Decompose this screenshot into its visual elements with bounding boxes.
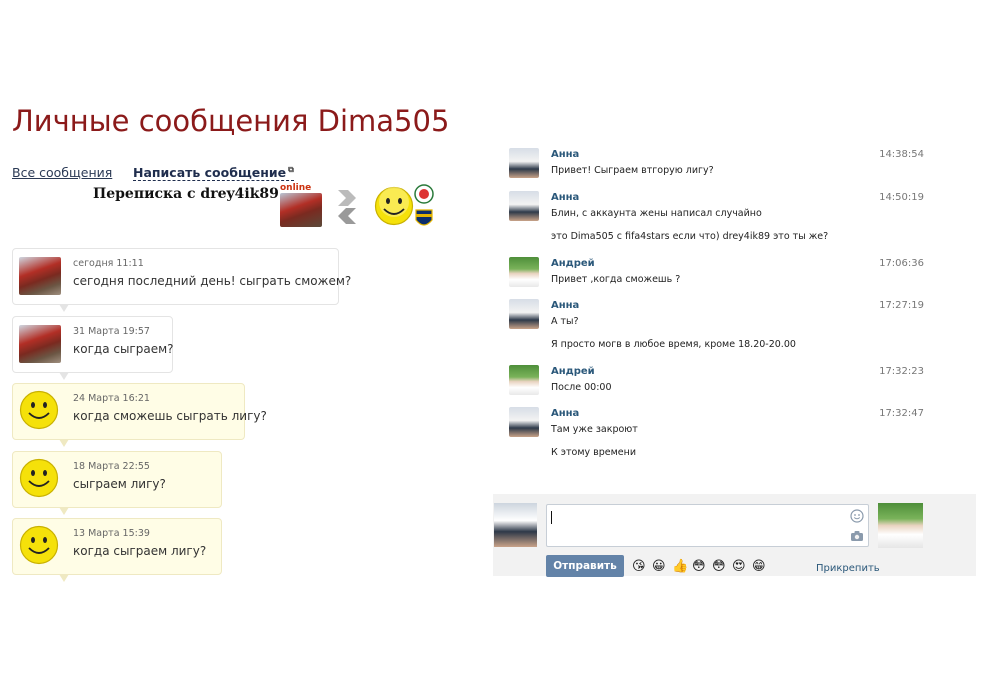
message-text: Блин, с аккаунта жены написал случайно [551,208,762,219]
list-item: 13 Марта 15:39 когда сыграем лигу? [12,518,222,582]
grin-emoji-icon[interactable]: 😀 [652,559,668,575]
emoji-picker-icon[interactable] [850,509,864,523]
text-cursor [551,511,552,524]
message-time: 24 Марта 16:21 [73,393,150,404]
message-text: После 00:00 [551,382,612,393]
message-time: 13 Марта 15:39 [73,528,150,539]
message-text: Привет ,когда сможешь ? [551,274,681,285]
sender-name[interactable]: Андрей [551,366,595,377]
message-text: Я просто могв в любое время, кроме 18.20… [551,339,796,350]
sender-avatar[interactable] [509,148,539,178]
quick-emoji-bar: 😘 😀 👍 😳 😳 😍 😁 [632,559,768,575]
message-text: Привет! Сыграем втгорую лигу? [551,165,714,176]
dialog-panel: Анна 14:38:54 Привет! Сыграем втгорую ли… [493,140,976,577]
sender-avatar[interactable] [509,407,539,437]
all-messages-link[interactable]: Все сообщения [12,165,112,180]
sender-avatar[interactable] [509,365,539,395]
list-item: Андрей 17:32:23 После 00:00 [493,357,976,399]
swap-arrows-icon [338,190,356,224]
conversation-title: Переписка с drey4ik89 [93,186,279,202]
bubble-tail [59,372,69,380]
list-item: 31 Марта 19:57 когда сыграем? [12,316,174,380]
message-text: когда сможешь сыграть лигу? [73,409,267,423]
kiss-emoji-icon[interactable]: 😘 [632,559,648,575]
send-button[interactable]: Отправить [546,555,624,577]
list-item: 24 Марта 16:21 когда сможешь сыграть лиг… [12,383,267,447]
sender-name[interactable]: Анна [551,300,579,311]
sender-name[interactable]: Анна [551,192,579,203]
list-item: сегодня 11:11 сегодня последний день! сы… [12,248,351,312]
message-time: 31 Марта 19:57 [73,326,150,337]
smiley-avatar-icon[interactable] [19,390,59,430]
sender-avatar[interactable] [19,257,61,295]
flushed-emoji-icon[interactable]: 😳 [712,559,728,575]
list-item: Андрей 17:06:36 Привет ,когда сможешь ? [493,249,976,291]
list-item: Анна 17:27:19 А ты? Я просто могв в любо… [493,291,976,355]
sender-avatar[interactable] [509,191,539,221]
external-link-icon: ⧉ [288,165,294,174]
message-time: 17:32:47 [879,408,924,419]
message-input[interactable] [546,504,869,547]
message-time: 17:06:36 [879,258,924,269]
message-time: сегодня 11:11 [73,258,144,269]
recipient-avatar[interactable] [878,503,923,548]
list-item: 18 Марта 22:55 сыграем лигу? [12,451,222,515]
user-avatar[interactable] [280,193,322,227]
bubble-tail [59,439,69,447]
message-text: А ты? [551,316,579,327]
flushed-emoji-icon[interactable]: 😳 [692,559,708,575]
sender-avatar[interactable] [509,299,539,329]
write-message-link[interactable]: Написать сообщение ⧉ [133,165,294,181]
message-text: когда сыграем? [73,342,174,356]
club-badges-icon [414,184,434,226]
bubble-tail [59,574,69,582]
list-item: Анна 17:32:47 Там уже закроют К этому вр… [493,399,976,463]
write-message-label: Написать сообщение [133,165,287,180]
sender-name[interactable]: Анна [551,408,579,419]
message-text: сегодня последний день! сыграть сможем? [73,274,352,288]
message-time: 14:38:54 [879,149,924,160]
message-text: К этому времени [551,447,637,458]
page-title: Личные сообщения Dima505 [12,104,450,138]
camera-icon[interactable] [850,530,864,542]
list-item: Анна 14:38:54 Привет! Сыграем втгорую ли… [493,140,976,182]
bubble-tail [59,304,69,312]
left-panel: Личные сообщения Dima505 Все сообщения Н… [0,0,480,700]
sender-name[interactable]: Анна [551,149,579,160]
message-text: когда сыграем лигу? [73,544,207,558]
sender-avatar[interactable] [509,257,539,287]
sender-name[interactable]: Андрей [551,258,595,269]
message-composer: Отправить 😘 😀 👍 😳 😳 😍 😁 Прикрепить [493,494,976,577]
message-text: Там уже закроют [551,424,638,435]
my-avatar[interactable] [494,503,537,547]
message-time: 17:27:19 [879,300,924,311]
message-time: 14:50:19 [879,192,924,203]
smiley-avatar-icon[interactable] [19,525,59,565]
smiley-avatar-icon[interactable] [374,186,414,226]
thumbs-up-emoji-icon[interactable]: 👍 [672,559,688,575]
message-text: это Dima505 с fifa4stars если что) drey4… [551,231,829,242]
bubble-tail [59,507,69,515]
online-badge: online [280,183,312,193]
list-item: Анна 14:50:19 Блин, с аккаунта жены напи… [493,183,976,247]
heart-eyes-emoji-icon[interactable]: 😍 [732,559,748,575]
message-time: 17:32:23 [879,366,924,377]
smiley-avatar-icon[interactable] [19,458,59,498]
big-grin-emoji-icon[interactable]: 😁 [752,559,768,575]
message-time: 18 Марта 22:55 [73,461,150,472]
attach-link[interactable]: Прикрепить [816,563,880,574]
sender-avatar[interactable] [19,325,61,363]
message-text: сыграем лигу? [73,477,166,491]
top-links: Все сообщения Написать сообщение ⧉ [12,165,294,181]
